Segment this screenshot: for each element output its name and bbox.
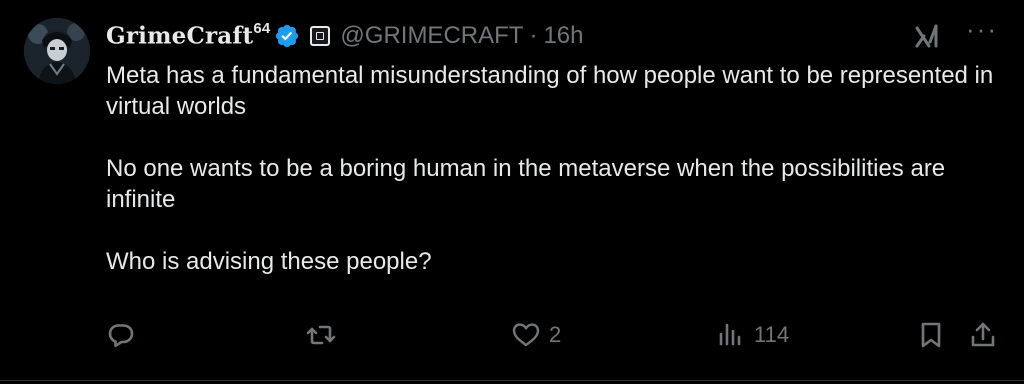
timestamp[interactable]: 16h xyxy=(543,22,583,50)
more-options-icon[interactable]: ··· xyxy=(966,16,998,42)
like-button[interactable]: 2 xyxy=(511,320,561,350)
tweet-paragraph: No one wants to be a boring human in the… xyxy=(106,155,946,213)
share-button[interactable] xyxy=(968,320,998,350)
tweet-card[interactable]: GrimeCraft64 @GRIMECRAFT · 16h ··· Meta … xyxy=(0,0,1024,384)
retweet-icon xyxy=(306,325,336,345)
avatar[interactable] xyxy=(24,18,90,84)
reply-button[interactable] xyxy=(106,320,144,350)
views-count: 114 xyxy=(754,322,790,347)
verified-badge-icon[interactable] xyxy=(274,23,300,49)
user-handle[interactable]: @GRIMECRAFT xyxy=(340,22,523,50)
heart-icon xyxy=(512,323,540,347)
tweet-text: Meta has a fundamental misunderstanding … xyxy=(106,60,1006,277)
like-count: 2 xyxy=(549,322,562,347)
reply-icon xyxy=(108,324,134,348)
retweet-button[interactable] xyxy=(306,320,344,350)
tweet-action-bar: 2 114 xyxy=(106,320,998,360)
tweet-paragraph: Who is advising these people? xyxy=(106,248,432,275)
share-icon xyxy=(971,322,995,347)
avatar-image xyxy=(24,18,90,84)
grok-icon[interactable] xyxy=(912,20,942,50)
display-name-text: GrimeCraft xyxy=(106,22,254,50)
bookmark-icon xyxy=(921,322,941,348)
separator-dot: · xyxy=(529,22,538,49)
tweet-top-actions: ··· xyxy=(912,16,998,50)
bookmark-button[interactable] xyxy=(916,320,946,350)
tweet-header: GrimeCraft64 @GRIMECRAFT · 16h xyxy=(106,18,583,54)
display-name[interactable]: GrimeCraft64 xyxy=(106,20,271,50)
affiliate-badge-icon[interactable] xyxy=(310,26,331,46)
views-button[interactable]: 114 xyxy=(716,320,789,350)
tweet-paragraph: Meta has a fundamental misunderstanding … xyxy=(106,62,994,120)
views-chart-icon xyxy=(719,323,741,346)
divider xyxy=(0,380,1024,381)
display-name-superscript: 64 xyxy=(253,20,271,38)
